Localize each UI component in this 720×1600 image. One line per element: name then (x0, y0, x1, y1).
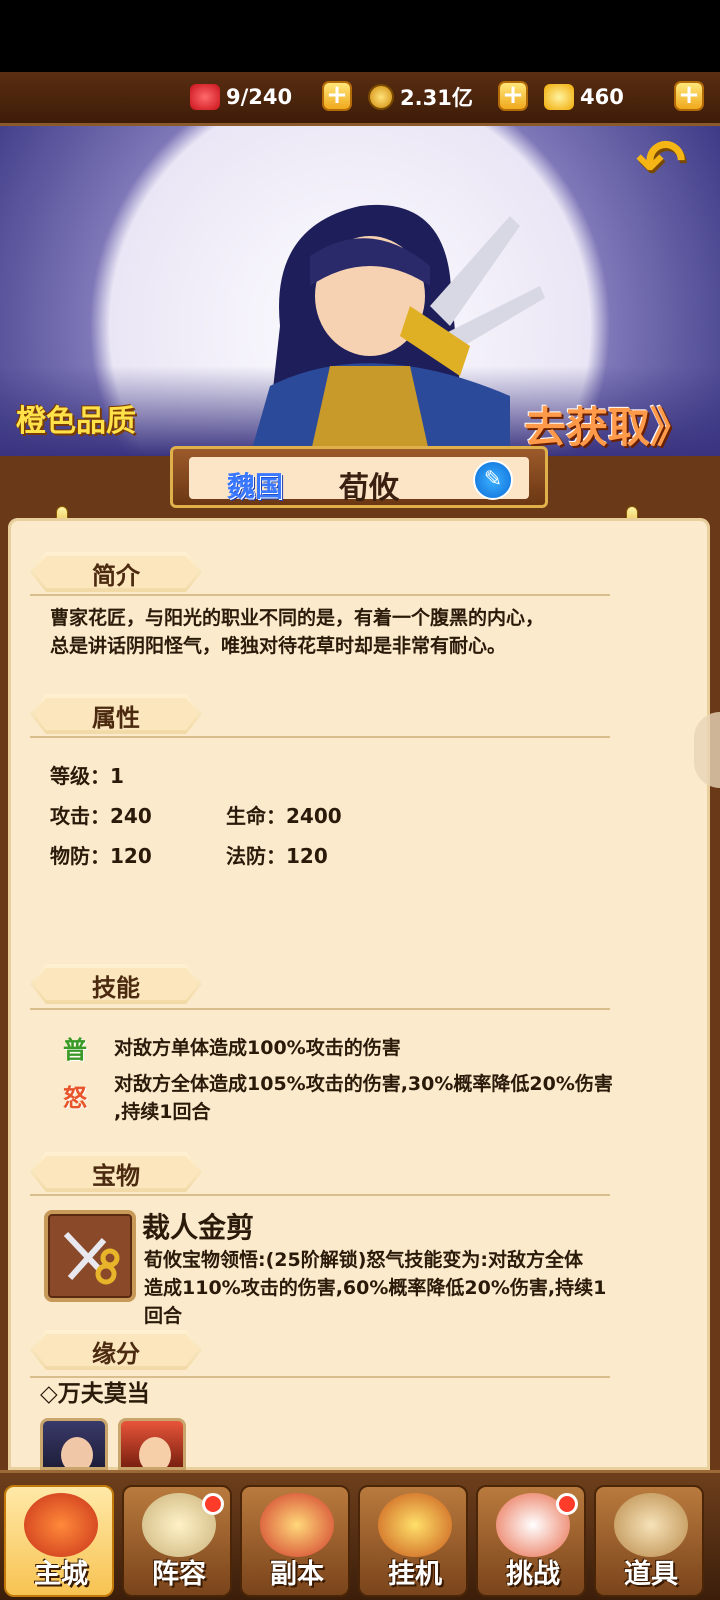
attr-hp: 生命：2400 (226, 804, 342, 828)
add-coin-button[interactable]: + (498, 81, 528, 111)
palace-icon (24, 1493, 98, 1557)
add-ingot-button[interactable]: + (674, 81, 704, 111)
hero-name: 荀攸 (339, 471, 399, 506)
section-title: 缘分 (92, 1340, 140, 1368)
rage-skill-icon: 怒 (63, 1084, 87, 1112)
nav-label: 挂机 (388, 1559, 442, 1590)
nav-challenge[interactable]: 挑战 (476, 1485, 586, 1597)
coin-counter: 2.31亿 (368, 80, 473, 114)
divider (30, 594, 610, 596)
add-stamina-button[interactable]: + (322, 81, 352, 111)
stamina-counter: 9/240 (190, 80, 292, 114)
attr-pdef: 物防：120 (50, 844, 152, 868)
treasure-chest-icon (378, 1493, 452, 1557)
treasure-desc-line3: 回合 (144, 1305, 183, 1327)
skill-rage-text-line2: ,持续1回合 (114, 1101, 211, 1123)
treasure-desc-line1: 荀攸宝物领悟:(25阶解锁)怒气技能变为:对敌方全体 (144, 1249, 584, 1271)
resource-bar: 9/240 + 2.31亿 + 460 + (0, 72, 720, 126)
coin-value: 2.31亿 (400, 86, 473, 110)
section-title: 属性 (92, 704, 140, 732)
stamina-value: 9/240 (226, 85, 293, 109)
nav-items[interactable]: 道具 (594, 1485, 704, 1597)
nation-badge: 魏国 (227, 470, 284, 503)
attr-attack: 攻击：240 (50, 804, 152, 828)
fate-hero-avatar[interactable] (118, 1418, 186, 1470)
ingot-value: 460 (580, 85, 624, 109)
ingot-icon (544, 84, 574, 110)
divider (30, 1008, 610, 1010)
nav-lineup[interactable]: 阵容 (122, 1485, 232, 1597)
edit-pencil-icon[interactable]: ✎ (473, 460, 513, 500)
hero-name-bar: 魏国 荀攸 ✎ (170, 446, 548, 508)
intro-text-line2: 总是讲话阴阳怪气，唯独对待花草时却是非常有耐心。 (50, 635, 507, 657)
hero-banner: ↶ 橙色品质 去获取》 (0, 126, 720, 456)
coin-icon (368, 84, 394, 110)
nav-dungeon[interactable]: 副本 (240, 1485, 350, 1597)
divider (30, 1194, 610, 1196)
notification-dot (556, 1493, 578, 1515)
section-attributes-header: 属性 (30, 694, 202, 734)
section-title: 简介 (92, 562, 140, 590)
ingot-counter: 460 (544, 80, 624, 114)
treasure-name: 裁人金剪 (142, 1211, 255, 1244)
divider (30, 1376, 610, 1378)
nav-label: 挑战 (506, 1559, 560, 1590)
section-title: 宝物 (92, 1162, 140, 1190)
section-skills-header: 技能 (30, 964, 202, 1004)
bottom-nav: 主城 阵容 副本 挂机 挑战 道具 (0, 1470, 720, 1600)
obtain-link[interactable]: 去获取》 (524, 394, 692, 455)
gate-icon (260, 1493, 334, 1557)
fate-title: ◇万夫莫当 (40, 1381, 150, 1407)
treasure-item-slot[interactable] (44, 1210, 136, 1302)
intro-text-line1: 曹家花匠，与阳光的职业不同的是，有着一个腹黑的内心， (50, 607, 545, 629)
status-bar (0, 0, 720, 72)
skill-normal-text: 对敌方单体造成100%攻击的伤害 (114, 1037, 401, 1059)
nav-label: 道具 (624, 1559, 678, 1590)
hero-portrait (250, 204, 545, 456)
section-intro-header: 简介 (30, 552, 202, 592)
section-treasure-header: 宝物 (30, 1152, 202, 1192)
normal-skill-icon: 普 (63, 1036, 87, 1064)
hero-face-icon (61, 1437, 93, 1467)
section-fate-header: 缘分 (30, 1330, 202, 1370)
back-arrow-icon[interactable]: ↶ (624, 132, 698, 192)
quality-label: 橙色品质 (16, 404, 136, 439)
section-title: 技能 (92, 974, 140, 1002)
fate-hero-avatar[interactable] (40, 1418, 108, 1470)
scissors-icon (63, 1231, 120, 1285)
attr-mdef: 法防：120 (226, 844, 328, 868)
nav-label: 副本 (270, 1559, 324, 1590)
skill-rage-text-line1: 对敌方全体造成105%攻击的伤害,30%概率降低20%伤害 (114, 1073, 613, 1095)
nav-idle[interactable]: 挂机 (358, 1485, 468, 1597)
hero-face-icon (139, 1437, 171, 1467)
divider (30, 736, 610, 738)
nav-main-city[interactable]: 主城 (4, 1485, 114, 1597)
stamina-icon (190, 84, 220, 110)
nav-label: 主城 (34, 1559, 88, 1590)
attr-level: 等级：1 (50, 764, 124, 788)
nav-label: 阵容 (152, 1559, 206, 1590)
bag-icon (614, 1493, 688, 1557)
side-drawer-handle[interactable] (694, 712, 720, 788)
treasure-desc-line2: 造成110%攻击的伤害,60%概率降低20%伤害,持续1 (144, 1277, 607, 1299)
notification-dot (202, 1493, 224, 1515)
